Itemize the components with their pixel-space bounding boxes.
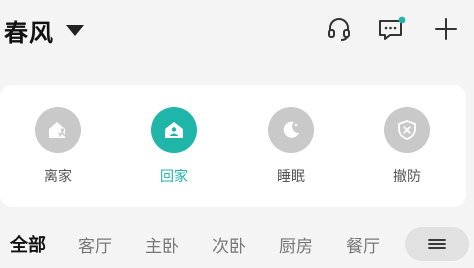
away-home-icon <box>35 107 81 153</box>
mode-sleep[interactable]: 睡眠 <box>246 107 336 186</box>
mode-label: 离家 <box>44 169 72 185</box>
tab-master-bedroom[interactable]: 主卧 <box>145 232 179 257</box>
message-icon[interactable] <box>377 14 407 44</box>
home-icon <box>151 107 197 153</box>
mode-away[interactable]: 离家 <box>13 107 103 186</box>
room-tabs: 全部 客厅 主卧 次卧 厨房 餐厅 <box>0 222 474 266</box>
tab-dining-room[interactable]: 餐厅 <box>346 232 380 257</box>
mode-label: 回家 <box>160 169 188 185</box>
disarm-shield-icon <box>384 107 430 153</box>
tab-all[interactable]: 全部 <box>10 231 46 257</box>
home-selector[interactable]: 春风 <box>4 12 84 48</box>
tab-living-room[interactable]: 客厅 <box>78 232 112 257</box>
tab-kitchen[interactable]: 厨房 <box>279 232 313 257</box>
header: 春风 <box>0 0 474 62</box>
plus-icon[interactable] <box>431 14 461 44</box>
tab-second-bedroom[interactable]: 次卧 <box>212 232 246 257</box>
mode-label: 睡眠 <box>277 169 305 185</box>
menu-icon <box>428 239 446 249</box>
smart-home-screen: 春风 离家 回家 睡眠 撤防 全部 客厅 主卧 次卧 厨房 餐厅 <box>0 0 474 268</box>
mode-label: 撤防 <box>393 169 421 185</box>
mode-disarm[interactable]: 撤防 <box>362 107 452 186</box>
headset-icon[interactable] <box>324 14 354 44</box>
room-menu-button[interactable] <box>405 227 469 261</box>
moon-icon <box>268 107 314 153</box>
mode-card: 离家 回家 睡眠 撤防 <box>0 85 466 207</box>
caret-down-icon <box>66 24 84 36</box>
home-name: 春风 <box>4 18 54 47</box>
mode-home[interactable]: 回家 <box>129 107 219 186</box>
